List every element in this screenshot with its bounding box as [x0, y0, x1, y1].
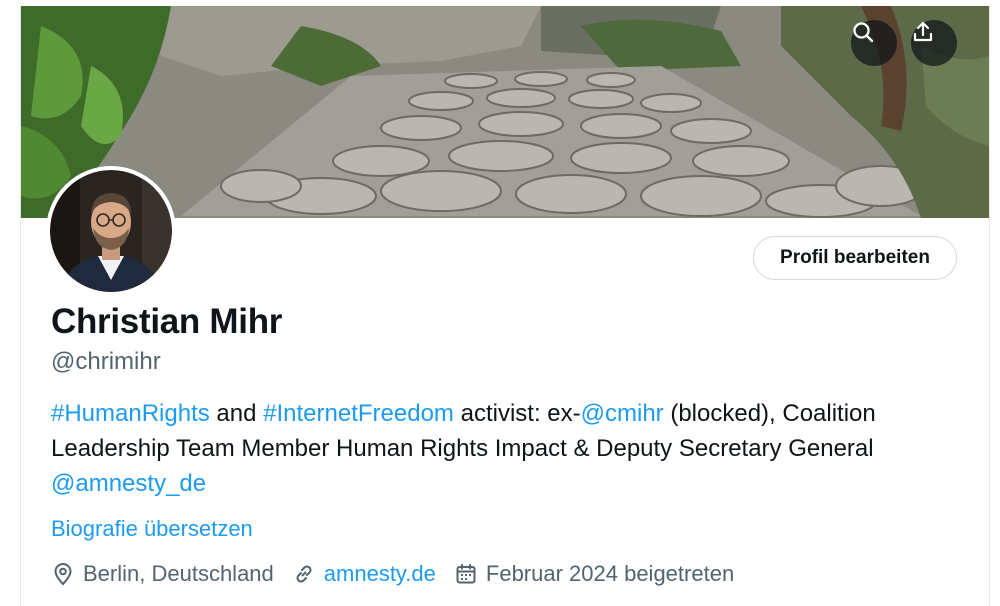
avatar[interactable]: [46, 166, 176, 296]
location-item: Berlin, Deutschland: [51, 561, 274, 587]
calendar-icon: [456, 564, 476, 584]
bio-text: activist: ex-: [453, 400, 581, 427]
profile-banner-image[interactable]: [21, 6, 989, 218]
display-name: Christian Mihr: [51, 302, 283, 341]
share-button[interactable]: [911, 20, 957, 66]
edit-profile-button[interactable]: Profil bearbeiten: [753, 236, 957, 280]
joined-date-text: Februar 2024 beigetreten: [485, 561, 735, 586]
search-button[interactable]: [851, 20, 897, 66]
website-link[interactable]: amnesty.de: [324, 561, 436, 587]
joined-item: Februar 2024 beigetreten: [454, 561, 734, 587]
profile-container: Profil bearbeiten Christian Mihr @chrimi…: [20, 6, 990, 606]
mention-link-cmihr[interactable]: @cmihr: [581, 400, 664, 427]
website-item: amnesty.de: [292, 561, 436, 587]
link-icon: [296, 565, 312, 583]
profile-bio: #HumanRights and #InternetFreedom activi…: [51, 396, 971, 501]
username-handle: @chrimihr: [51, 348, 161, 375]
mention-link-amnesty[interactable]: @amnesty_de: [51, 470, 206, 497]
share-icon: [913, 21, 933, 42]
profile-meta-row: Berlin, Deutschland amnesty.de Februar 2…: [51, 558, 752, 590]
banner-illustration: [21, 6, 989, 218]
search-icon: [853, 22, 874, 43]
translate-bio-link[interactable]: Biografie übersetzen: [51, 516, 253, 542]
bio-text: and: [209, 400, 264, 427]
hashtag-link-internetfreedom[interactable]: #InternetFreedom: [263, 400, 454, 427]
avatar-photo: [50, 170, 172, 292]
location-text: Berlin, Deutschland: [83, 561, 274, 586]
location-pin-icon: [54, 563, 72, 586]
hashtag-link-humanrights[interactable]: #HumanRights: [51, 400, 210, 427]
